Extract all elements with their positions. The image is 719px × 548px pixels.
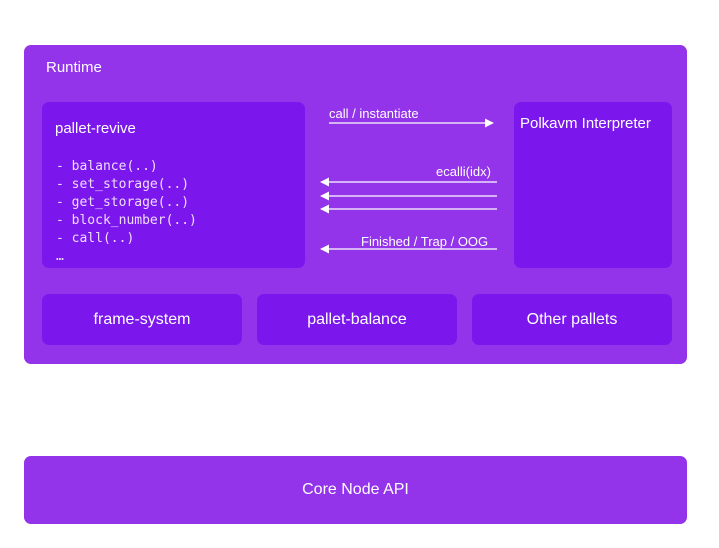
- other-pallets-label: Other pallets: [526, 310, 618, 328]
- core-node-api-label: Core Node API: [302, 481, 409, 498]
- other-pallets-box: Other pallets: [472, 294, 672, 345]
- pallet-balance-label: pallet-balance: [307, 310, 407, 328]
- pallet-balance-box: pallet-balance: [257, 294, 457, 345]
- core-node-api-box: Core Node API: [24, 456, 687, 524]
- frame-system-label: frame-system: [93, 310, 191, 328]
- frame-system-box: frame-system: [42, 294, 242, 345]
